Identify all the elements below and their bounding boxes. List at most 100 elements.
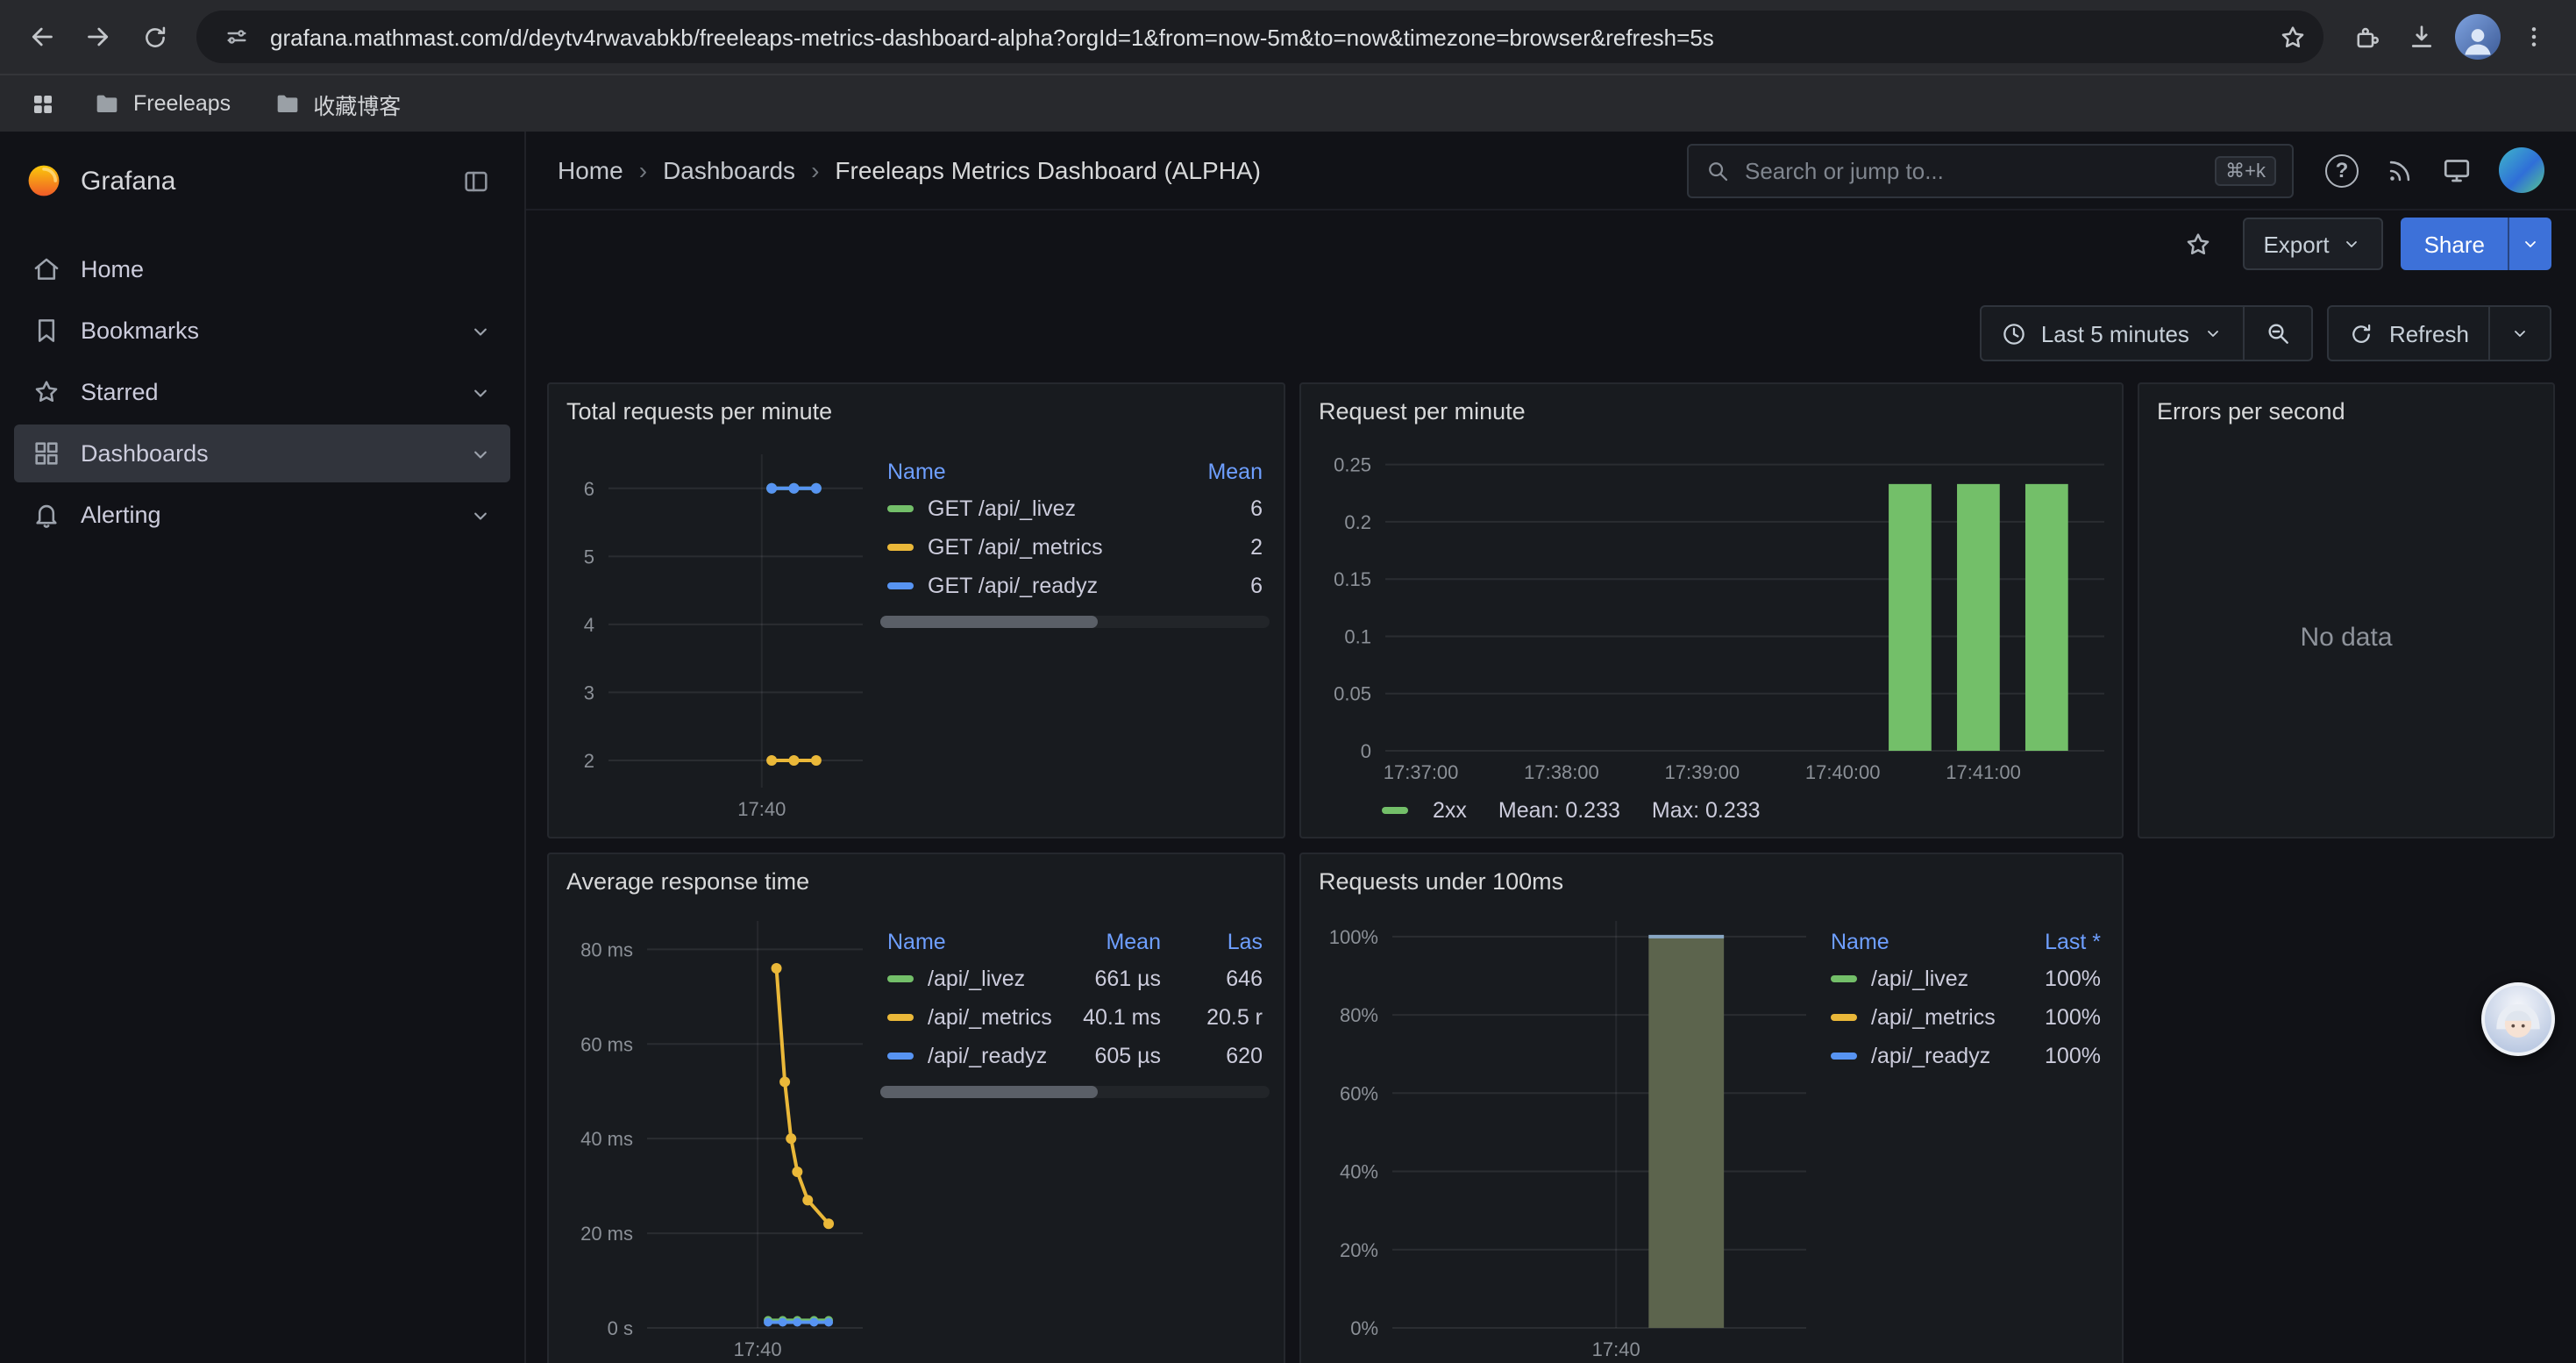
address-bar[interactable]	[196, 11, 2323, 63]
share-menu-button[interactable]	[2508, 218, 2551, 270]
legend-column-header[interactable]: Mean	[1168, 454, 1270, 489]
user-avatar[interactable]	[2499, 147, 2544, 193]
search-box[interactable]: ⌘+k	[1687, 143, 2294, 197]
chart-canvas[interactable]: 00.050.10.150.20.2517:37:0017:38:0017:39…	[1315, 437, 2108, 789]
series-name[interactable]: 2xx	[1433, 798, 1467, 823]
data-point[interactable]	[824, 1318, 833, 1327]
panel-title[interactable]: Average response time	[549, 854, 1284, 907]
panel-title[interactable]: Requests under 100ms	[1301, 854, 2122, 907]
bar[interactable]	[2025, 484, 2068, 751]
data-point[interactable]	[789, 755, 800, 766]
favorite-dashboard-button[interactable]	[2172, 218, 2224, 270]
data-point[interactable]	[809, 1318, 818, 1327]
extensions-button[interactable]	[2338, 9, 2394, 65]
grafana-logo[interactable]	[25, 161, 63, 200]
series-name[interactable]: /api/_readyz	[928, 1044, 1047, 1068]
series-name[interactable]: /api/_livez	[928, 967, 1025, 991]
data-point[interactable]	[789, 483, 800, 494]
sidebar-item-starred[interactable]: Starred	[14, 363, 510, 421]
chevron-down-icon[interactable]	[468, 503, 493, 527]
bookmark-page-button[interactable]	[2267, 12, 2316, 61]
series-name[interactable]: GET /api/_readyz	[928, 574, 1098, 598]
breadcrumb-dashboards[interactable]: Dashboards	[663, 156, 795, 184]
news-rss-icon[interactable]	[2385, 155, 2415, 185]
url-input[interactable]	[260, 24, 2267, 50]
legend-row[interactable]: /api/_livez661 µs646	[880, 960, 1270, 998]
legend-row[interactable]: /api/_metrics100%	[1824, 998, 2108, 1037]
monitor-icon[interactable]	[2441, 154, 2473, 186]
sidebar-item-home[interactable]: Home	[14, 240, 510, 298]
sidebar-item-bookmarks[interactable]: Bookmarks	[14, 302, 510, 360]
legend-scrollbar[interactable]	[880, 616, 1270, 628]
data-point[interactable]	[793, 1318, 801, 1327]
data-point[interactable]	[766, 483, 777, 494]
data-point[interactable]	[779, 1076, 790, 1087]
time-range-picker[interactable]: Last 5 minutes	[1982, 307, 2244, 360]
share-button[interactable]: Share	[2402, 218, 2508, 270]
data-point[interactable]	[792, 1167, 802, 1177]
breadcrumb-home[interactable]: Home	[558, 156, 623, 184]
reload-button[interactable]	[126, 9, 182, 65]
legend-scrollbar[interactable]	[880, 1086, 1270, 1098]
collapse-sidebar-button[interactable]	[451, 156, 500, 205]
site-info-button[interactable]	[214, 14, 260, 60]
data-point[interactable]	[811, 755, 822, 766]
legend-row[interactable]: /api/_metrics40.1 ms20.5 r	[880, 998, 1270, 1037]
zoom-out-button[interactable]	[2245, 307, 2312, 360]
series-line[interactable]	[777, 968, 829, 1224]
legend-column-header[interactable]: Name	[880, 924, 1066, 960]
data-point[interactable]	[802, 1195, 813, 1205]
apps-shortcut-button[interactable]	[18, 79, 67, 128]
data-point[interactable]	[811, 483, 822, 494]
data-point[interactable]	[786, 1133, 796, 1144]
scrollbar-thumb[interactable]	[880, 616, 1099, 628]
panel-title[interactable]: Errors per second	[2139, 384, 2553, 437]
chart-canvas[interactable]: 0%20%40%60%80%100%17:40	[1315, 907, 1810, 1363]
bar[interactable]	[1648, 937, 1724, 1328]
browser-menu-button[interactable]	[2506, 9, 2562, 65]
legend-row[interactable]: /api/_livez100%	[1824, 960, 2108, 998]
export-button[interactable]: Export	[2242, 218, 2383, 270]
chevron-down-icon[interactable]	[468, 441, 493, 466]
refresh-interval-button[interactable]	[2490, 307, 2550, 360]
panel-title[interactable]: Request per minute	[1301, 384, 2122, 437]
legend-column-header[interactable]: Mean	[1066, 924, 1168, 960]
refresh-button[interactable]: Refresh	[2330, 307, 2488, 360]
legend-column-header[interactable]: Name	[880, 454, 1168, 489]
bookmark-folder-freeleaps[interactable]: Freeleaps	[77, 82, 246, 125]
chevron-down-icon[interactable]	[468, 318, 493, 343]
sidebar-item-dashboards[interactable]: Dashboards	[14, 425, 510, 482]
panel-title[interactable]: Total requests per minute	[549, 384, 1284, 437]
downloads-button[interactable]	[2394, 9, 2450, 65]
chart-canvas[interactable]: 2345617:40	[563, 437, 866, 826]
legend-column-header[interactable]: Last *	[2006, 924, 2108, 960]
legend-row[interactable]: GET /api/_metrics2	[880, 528, 1270, 567]
data-point[interactable]	[779, 1318, 787, 1327]
browser-profile-button[interactable]	[2450, 9, 2506, 65]
chart-average-response-time[interactable]: 0 s20 ms40 ms60 ms80 ms17:40	[563, 907, 866, 1363]
data-point[interactable]	[823, 1218, 834, 1229]
legend-row[interactable]: /api/_readyz605 µs620	[880, 1037, 1270, 1075]
series-name[interactable]: /api/_readyz	[1871, 1044, 1990, 1068]
search-input[interactable]	[1745, 157, 2201, 183]
forward-button[interactable]	[70, 9, 126, 65]
back-button[interactable]	[14, 9, 70, 65]
chart-canvas[interactable]: 0 s20 ms40 ms60 ms80 ms17:40	[563, 907, 866, 1363]
legend-row[interactable]: GET /api/_readyz6	[880, 567, 1270, 605]
bar[interactable]	[1957, 484, 2000, 751]
data-point[interactable]	[766, 755, 777, 766]
legend-row[interactable]: GET /api/_livez6	[880, 489, 1270, 528]
chart-total-requests[interactable]: 2345617:40	[563, 437, 866, 826]
series-name[interactable]: /api/_metrics	[928, 1005, 1052, 1030]
floating-assistant-avatar[interactable]	[2481, 982, 2555, 1056]
series-name[interactable]: GET /api/_livez	[928, 496, 1076, 521]
sidebar-item-alerting[interactable]: Alerting	[14, 486, 510, 544]
legend-column-header[interactable]: Name	[1824, 924, 2006, 960]
data-point[interactable]	[764, 1318, 772, 1327]
bar[interactable]	[1889, 484, 1932, 751]
legend-column-header[interactable]: Las	[1168, 924, 1270, 960]
chart-requests-per-minute[interactable]: 00.050.10.150.20.2517:37:0017:38:0017:39…	[1315, 437, 2108, 789]
chart-requests-under-100ms[interactable]: 0%20%40%60%80%100%17:40	[1315, 907, 1810, 1363]
series-name[interactable]: GET /api/_metrics	[928, 535, 1103, 560]
help-button[interactable]: ?	[2325, 153, 2359, 187]
